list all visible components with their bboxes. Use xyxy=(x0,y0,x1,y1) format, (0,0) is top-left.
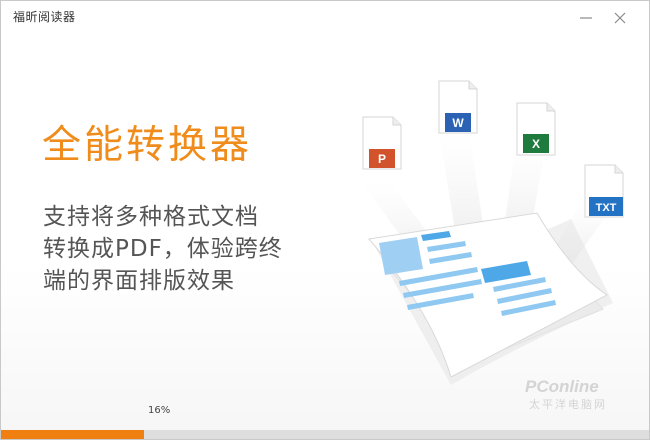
description: 支持将多种格式文档 转换成PDF，体验跨终 端的界面排版效果 xyxy=(43,201,313,297)
minimize-icon[interactable] xyxy=(579,11,593,25)
description-line: 转换成PDF，体验跨终 xyxy=(43,236,283,262)
progress-percent: 16% xyxy=(148,405,171,416)
app-window: 福昕阅读器 全能转换器 支持将多种格式文档 转换成PDF，体验跨终 端的界面排版… xyxy=(0,0,650,440)
watermark-cn: 太平洋电脑网 xyxy=(529,397,607,411)
conversion-illustration: P W X TXT xyxy=(361,80,624,385)
headline: 全能转换器 xyxy=(42,123,253,168)
watermark-brand: PConline xyxy=(525,377,599,396)
pconline-watermark: PConline 太平洋电脑网 xyxy=(525,377,607,411)
close-icon[interactable] xyxy=(613,11,627,25)
description-line: 端的界面排版效果 xyxy=(43,268,235,294)
word-badge-label: W xyxy=(452,116,464,130)
document-stack xyxy=(368,212,613,385)
excel-badge-label: X xyxy=(532,137,540,151)
app-title: 福昕阅读器 xyxy=(13,10,76,24)
progress-bar-fill xyxy=(1,430,144,439)
txt-badge-label: TXT xyxy=(596,202,617,214)
ppt-badge-label: P xyxy=(378,152,386,166)
description-line: 支持将多种格式文档 xyxy=(43,204,259,230)
title-bar[interactable]: 福昕阅读器 xyxy=(1,1,649,31)
progress-bar xyxy=(1,430,649,439)
